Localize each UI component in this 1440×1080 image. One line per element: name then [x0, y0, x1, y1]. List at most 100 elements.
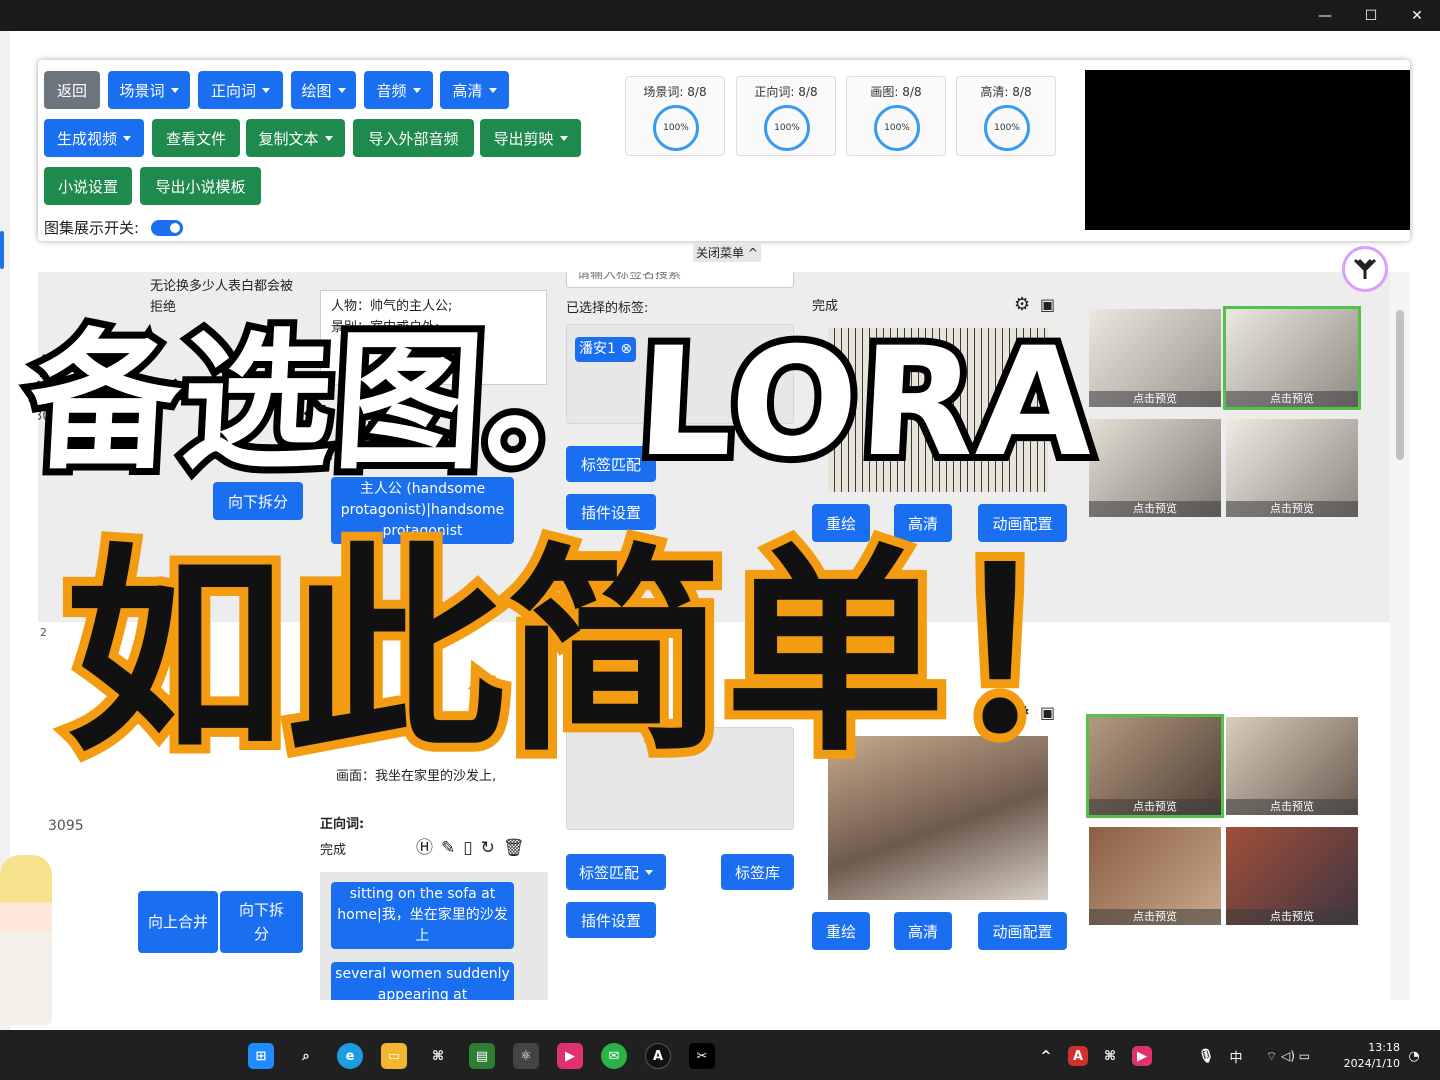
stat-draw-progress: 100%: [874, 105, 920, 151]
export-jianying-dropdown[interactable]: 导出剪映: [480, 119, 581, 157]
row2-prompt-tools-icons[interactable]: Ⓗ✎▯↻🗑: [416, 838, 532, 859]
scrollbar-thumb[interactable]: [1396, 310, 1404, 460]
stat-scene-label: 场景词: 8/8: [643, 85, 707, 99]
audio-dropdown[interactable]: 音频: [364, 71, 433, 109]
window-titlebar: — ☐ ✕: [0, 0, 1440, 31]
back-button[interactable]: 返回: [44, 71, 100, 109]
draw-dropdown[interactable]: 绘图: [291, 71, 356, 109]
hd-dropdown[interactable]: 高清: [440, 71, 509, 109]
a-app-icon[interactable]: A: [645, 1043, 671, 1069]
export-novel-template-button[interactable]: 导出小说模板: [140, 167, 261, 205]
row2-positive-status: 完成: [320, 843, 347, 858]
taskbar: [0, 1030, 1440, 1080]
positive-words-dropdown[interactable]: 正向词: [198, 71, 283, 109]
tray-app-icon[interactable]: A: [1068, 1046, 1088, 1066]
row2-tags-box: sitting on the sofa at home|我，坐在家里的沙发上 s…: [320, 872, 548, 1000]
mascot-character: [0, 855, 52, 1025]
novel-settings-button[interactable]: 小说设置: [44, 167, 132, 205]
row1-thumb-3[interactable]: 点击预览: [1089, 419, 1221, 517]
file-explorer-icon[interactable]: ▭: [381, 1043, 407, 1069]
tray-media-icon[interactable]: ▶: [1132, 1046, 1152, 1066]
row2-thumb-3-caption: 点击预览: [1089, 909, 1221, 925]
app-logo-taskbar-icon[interactable]: ⌘: [425, 1043, 451, 1069]
row1-original-text: 无论换多少人表白都会被拒绝: [150, 279, 294, 315]
minimize-button[interactable]: —: [1302, 0, 1348, 31]
tray-logo-icon[interactable]: ⌘: [1100, 1043, 1120, 1069]
row1-prompt-line-1: 人物：帅气的主人公;: [331, 299, 453, 314]
row1-image-icon[interactable]: ▣: [1040, 294, 1055, 315]
row2-index: 2: [40, 626, 47, 639]
row1-thumb-1[interactable]: 点击预览: [1089, 309, 1221, 407]
row2-thumb-3[interactable]: 点击预览: [1089, 827, 1221, 925]
view-files-button[interactable]: 查看文件: [152, 119, 240, 157]
gallery-toggle-row: 图集展示开关:: [44, 217, 184, 238]
edge-icon[interactable]: e: [337, 1043, 363, 1069]
row1-tag-search-placeholder: 请输入标签名搜索: [577, 272, 682, 282]
row2-anim-config-button[interactable]: 动画配置: [978, 912, 1067, 950]
stat-scene-progress: 100%: [653, 105, 699, 151]
generate-video-dropdown[interactable]: 生成视频: [44, 119, 144, 157]
import-audio-button[interactable]: 导入外部音频: [353, 119, 474, 157]
microphone-icon[interactable]: 🎙: [1196, 1043, 1216, 1069]
vertical-scrollbar[interactable]: [1390, 272, 1410, 1000]
row2-redraw-button[interactable]: 重绘: [812, 912, 870, 950]
top-menu: 返回 场景词 正向词 绘图 音频 高清 生成视频 查看文件 复制文本 导入外部音…: [38, 60, 1410, 241]
row2-hd-button[interactable]: 高清: [894, 912, 952, 950]
row1-gear-icon[interactable]: ⚙: [1014, 294, 1030, 315]
logo-glyph-icon: [1353, 258, 1377, 279]
close-button[interactable]: ✕: [1394, 0, 1440, 31]
stat-scene: 场景词: 8/8 100%: [625, 76, 725, 156]
network-volume-battery-icons[interactable]: ⌔ ◁) ▭: [1258, 1043, 1318, 1069]
row1-thumb-4[interactable]: 点击预览: [1226, 419, 1358, 517]
ime-indicator[interactable]: 中: [1226, 1043, 1246, 1069]
electron-app-icon[interactable]: ⚛: [513, 1043, 539, 1069]
stat-positive: 正向词: 8/8 100%: [736, 76, 836, 156]
row1-thumb-4-caption: 点击预览: [1226, 501, 1358, 517]
remote-desktop-icon[interactable]: ▤: [469, 1043, 495, 1069]
row1-thumb-2[interactable]: 点击预览: [1223, 306, 1361, 410]
row1-tag-search-input[interactable]: 请输入标签名搜索: [566, 272, 794, 288]
overlay-title-line-2: 如此简单！: [56, 525, 1174, 781]
maximize-button[interactable]: ☐: [1348, 0, 1394, 31]
tray-chevron-icon[interactable]: ^: [1036, 1043, 1056, 1069]
row1-thumb-3-caption: 点击预览: [1089, 501, 1221, 517]
notification-icon[interactable]: ◔: [1404, 1043, 1424, 1069]
row2-thumb-4[interactable]: 点击预览: [1226, 827, 1358, 925]
clock-time: 13:18: [1368, 1041, 1400, 1054]
close-menu-button[interactable]: 关闭菜单 ^: [693, 243, 761, 262]
row2-plugin-settings-button[interactable]: 插件设置: [566, 902, 656, 938]
app-logo-icon[interactable]: [1342, 246, 1388, 292]
video-preview[interactable]: [1085, 70, 1410, 230]
wechat-icon[interactable]: ✉: [601, 1043, 627, 1069]
row1-thumb-1-caption: 点击预览: [1089, 391, 1221, 407]
screen: — ☐ ✕ 返回 场景词 正向词 绘图 音频 高清 生成视频 查看文件 复制文本…: [0, 0, 1440, 1080]
stat-draw-label: 画图: 8/8: [870, 85, 922, 99]
row2-positive-label: 正向词:: [320, 817, 365, 832]
stat-hd: 高清: 8/8 100%: [956, 76, 1056, 156]
media-app-icon[interactable]: ▶: [557, 1043, 583, 1069]
row2-tag-library-button[interactable]: 标签库: [721, 854, 794, 890]
copy-text-dropdown[interactable]: 复制文本: [246, 119, 345, 157]
row1-draw-status: 完成: [812, 299, 839, 314]
row2-split-down-button[interactable]: 向下拆分: [220, 891, 303, 953]
overlay-title-line-1: 备选图。LORA: [18, 309, 1106, 497]
row2-thumb-4-caption: 点击预览: [1226, 909, 1358, 925]
gallery-toggle-label: 图集展示开关:: [44, 219, 140, 237]
capcut-icon[interactable]: ✂: [689, 1043, 715, 1069]
row2-tag-chip-1[interactable]: sitting on the sofa at home|我，坐在家里的沙发上: [331, 882, 514, 949]
row2-thumb-2-caption: 点击预览: [1226, 799, 1358, 815]
clock[interactable]: 13:18 2024/1/10: [1340, 1040, 1400, 1072]
row2-tag-match-dropdown[interactable]: 标签匹配: [566, 854, 666, 890]
row2-tag-chip-2[interactable]: several women suddenly appearing at: [331, 962, 514, 1000]
row2-merge-up-button[interactable]: 向上合并: [138, 891, 218, 953]
scene-words-dropdown[interactable]: 场景词: [108, 71, 190, 109]
stat-positive-label: 正向词: 8/8: [754, 85, 818, 99]
row2-thumb-2[interactable]: 点击预览: [1226, 717, 1358, 815]
stat-draw: 画图: 8/8 100%: [846, 76, 946, 156]
stat-hd-label: 高清: 8/8: [980, 85, 1032, 99]
search-icon[interactable]: ⌕: [293, 1043, 319, 1069]
gallery-toggle-switch[interactable]: [151, 219, 184, 236]
close-menu-label: 关闭菜单: [696, 246, 745, 260]
stat-hd-progress: 100%: [984, 105, 1030, 151]
start-icon[interactable]: ⊞: [248, 1043, 274, 1069]
